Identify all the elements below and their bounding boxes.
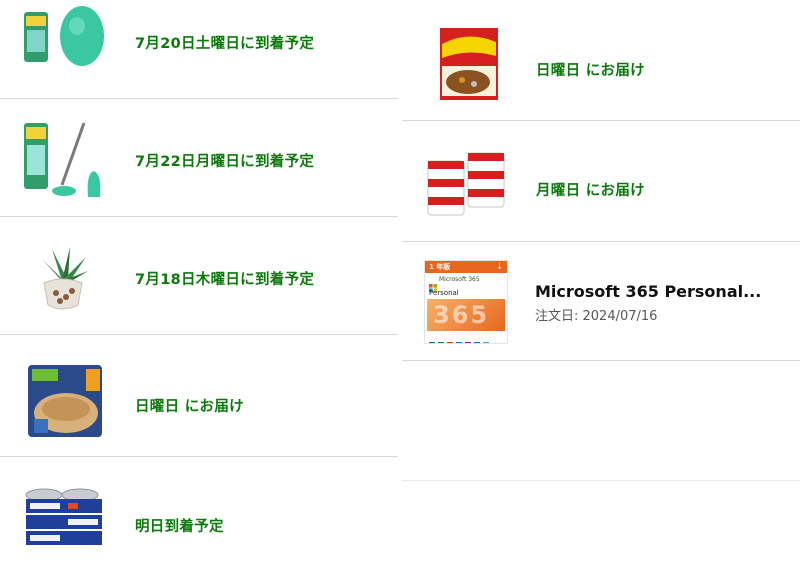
delivery-status: 7月18日木曜日に到着予定 bbox=[135, 272, 315, 288]
box-art: 365 bbox=[427, 299, 505, 331]
delivery-status: 日曜日 にお届け bbox=[536, 63, 645, 79]
scrub-brush-icon bbox=[22, 119, 106, 203]
order-item[interactable]: 7月18日木曜日に到着予定 bbox=[0, 217, 398, 334]
box-digits: 365 bbox=[433, 301, 490, 329]
order-item[interactable]: 7月22日月曜日に到着予定 bbox=[0, 99, 398, 216]
delivery-status: 7月20日土曜日に到着予定 bbox=[135, 36, 315, 52]
microsoft-365-box-icon: 1 年版 ↓ Microsoft 365 Personal 365 bbox=[424, 260, 508, 344]
delivery-status: 明日到着予定 bbox=[135, 519, 224, 535]
edition-badge: 1 年版 bbox=[429, 263, 451, 271]
divider bbox=[402, 360, 800, 361]
download-icon: ↓ bbox=[496, 262, 503, 271]
box-edition: Personal bbox=[429, 289, 459, 297]
app-icons-strip bbox=[429, 333, 503, 343]
microsoft-logo-icon bbox=[429, 277, 437, 292]
delivery-status: 月曜日 にお届け bbox=[536, 183, 645, 199]
order-item[interactable]: 日曜日 にお届け bbox=[402, 0, 800, 120]
tuna-cans-icon bbox=[22, 485, 106, 555]
curry-box-icon bbox=[438, 26, 500, 102]
rice-packs-icon bbox=[424, 149, 510, 221]
order-item[interactable]: 日曜日 にお届け bbox=[0, 335, 398, 455]
order-item[interactable]: 月曜日 にお届け bbox=[402, 121, 800, 241]
product-box-header: 1 年版 ↓ bbox=[425, 261, 507, 273]
sponge-refill-icon bbox=[22, 0, 106, 72]
delivery-status: 7月22日月曜日に到着予定 bbox=[135, 154, 315, 170]
delivery-status: 日曜日 にお届け bbox=[135, 399, 244, 415]
order-item[interactable]: 7月20日土曜日に到着予定 bbox=[0, 0, 398, 98]
divider bbox=[402, 480, 800, 481]
potted-plant-icon bbox=[22, 237, 106, 321]
product-title[interactable]: Microsoft 365 Personal... bbox=[535, 282, 761, 301]
order-item[interactable]: 明日到着予定 bbox=[0, 457, 398, 573]
order-date: 注文日: 2024/07/16 bbox=[535, 309, 658, 324]
soup-pouch-icon bbox=[26, 363, 110, 439]
box-brand: Microsoft 365 bbox=[439, 276, 480, 283]
order-item[interactable]: 1 年版 ↓ Microsoft 365 Personal 365 Micros… bbox=[402, 242, 800, 360]
